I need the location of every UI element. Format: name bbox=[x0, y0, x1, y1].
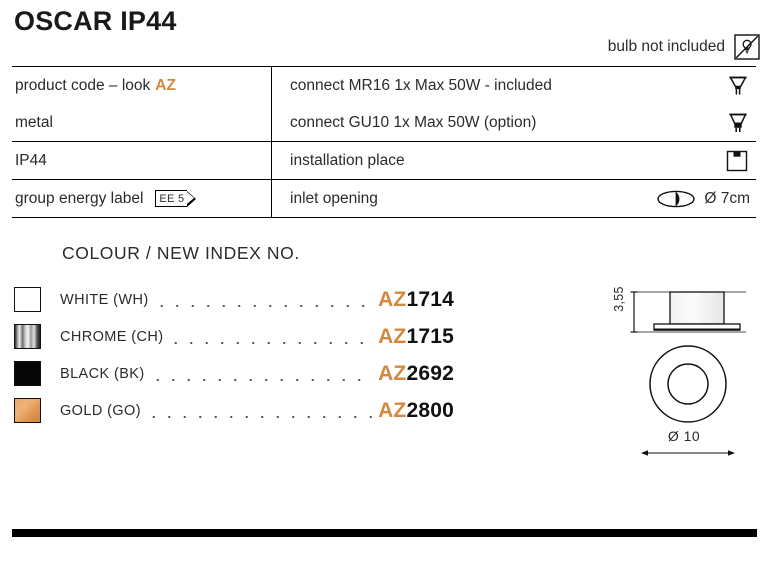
inlet-opening-value: Ø 7cm bbox=[704, 189, 750, 207]
code-prefix: AZ bbox=[378, 324, 407, 348]
diameter-dimension-arrow bbox=[640, 448, 736, 458]
code-number: 2800 bbox=[406, 398, 454, 422]
product-spec-sheet: OSCAR IP44 bulb not included product cod… bbox=[0, 0, 768, 566]
spec-right-label: connect GU10 1x Max 50W (option) bbox=[290, 113, 537, 131]
black-swatch bbox=[14, 361, 41, 386]
table-row: group energy label EE 5 inlet opening Ø … bbox=[12, 179, 756, 217]
leader-dots bbox=[168, 336, 374, 350]
code-number: 2692 bbox=[406, 361, 454, 385]
spec-cell-product-code: product code – look AZ bbox=[12, 67, 272, 104]
fixture-top-view bbox=[640, 340, 736, 436]
colour-list: WHITE (WH) AZ1714 CHROME (CH) AZ1715 BLA… bbox=[14, 281, 454, 429]
list-item: GOLD (GO) AZ2800 bbox=[14, 392, 454, 429]
table-row: IP44 installation place bbox=[12, 141, 756, 179]
specification-table: product code – look AZ connect MR16 1x M… bbox=[12, 66, 756, 218]
chrome-swatch bbox=[14, 324, 41, 349]
spec-left-label: metal bbox=[15, 113, 53, 131]
diameter-dimension-label: Ø 10 bbox=[667, 428, 701, 444]
bulb-crossed-out-icon bbox=[734, 34, 760, 60]
spec-right-label: inlet opening bbox=[290, 189, 378, 207]
product-code: AZ1714 bbox=[378, 288, 454, 312]
colour-name: BLACK (BK) bbox=[60, 365, 145, 382]
code-prefix: AZ bbox=[378, 398, 407, 422]
spec-right-label: connect MR16 1x Max 50W - included bbox=[290, 76, 552, 94]
spec-left-label: IP44 bbox=[15, 151, 47, 169]
footer-bar bbox=[12, 529, 757, 537]
spec-cell-inlet-opening: inlet opening Ø 7cm bbox=[272, 180, 756, 217]
energy-label-text: EE 5 bbox=[155, 190, 188, 207]
gold-swatch bbox=[14, 398, 41, 423]
spec-left-label: group energy label bbox=[15, 189, 144, 207]
bulb-note-label: bulb not included bbox=[607, 38, 725, 55]
product-code: AZ2692 bbox=[378, 362, 454, 386]
leader-dots bbox=[145, 410, 374, 424]
height-dimension-label: 3,55 bbox=[611, 286, 626, 312]
code-number: 1715 bbox=[406, 324, 454, 348]
colour-name: GOLD (GO) bbox=[60, 402, 141, 419]
spec-cell-connect-gu10: connect GU10 1x Max 50W (option) bbox=[272, 104, 756, 141]
code-number: 1714 bbox=[406, 287, 454, 311]
energy-label-badge: EE 5 bbox=[155, 190, 197, 207]
product-code: AZ1715 bbox=[378, 325, 454, 349]
spec-cell-connect-mr16: connect MR16 1x Max 50W - included bbox=[272, 67, 756, 104]
fixture-side-view bbox=[628, 282, 768, 344]
list-item: CHROME (CH) AZ1715 bbox=[14, 318, 454, 355]
spec-cell-installation-place: installation place bbox=[272, 142, 756, 179]
spec-cell-ip-rating: IP44 bbox=[12, 142, 272, 179]
product-code: AZ2800 bbox=[378, 399, 454, 423]
technical-drawings: 3,55 Ø 10 bbox=[600, 276, 768, 456]
colour-name: CHROME (CH) bbox=[60, 328, 164, 345]
spec-left-label: product code – look bbox=[15, 76, 151, 94]
ceiling-mount-icon bbox=[724, 148, 750, 174]
gu10-bulb-icon bbox=[726, 110, 750, 136]
spec-left-accent: AZ bbox=[155, 76, 176, 94]
mr16-bulb-icon bbox=[726, 73, 750, 99]
inlet-opening-icon bbox=[656, 188, 696, 210]
table-row: metal connect GU10 1x Max 50W (option) bbox=[12, 104, 756, 141]
leader-dots bbox=[153, 299, 374, 313]
spec-right-label: installation place bbox=[290, 151, 405, 169]
white-swatch bbox=[14, 287, 41, 312]
table-row: product code – look AZ connect MR16 1x M… bbox=[12, 67, 756, 104]
colour-name: WHITE (WH) bbox=[60, 291, 149, 308]
leader-dots bbox=[149, 373, 374, 387]
code-prefix: AZ bbox=[378, 361, 407, 385]
energy-label-arrow bbox=[186, 190, 197, 207]
list-item: WHITE (WH) AZ1714 bbox=[14, 281, 454, 318]
spec-cell-material: metal bbox=[12, 104, 272, 141]
page-title: OSCAR IP44 bbox=[14, 6, 177, 36]
bulb-not-included-note: bulb not included bbox=[608, 34, 760, 60]
spec-cell-energy-label: group energy label EE 5 bbox=[12, 180, 272, 217]
list-item: BLACK (BK) AZ2692 bbox=[14, 355, 454, 392]
colour-section-heading: COLOUR / NEW INDEX NO. bbox=[62, 243, 300, 263]
code-prefix: AZ bbox=[378, 287, 407, 311]
